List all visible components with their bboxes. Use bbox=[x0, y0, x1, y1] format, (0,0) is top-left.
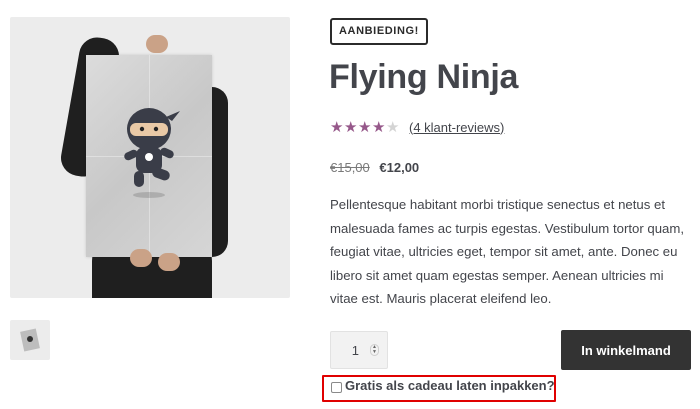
product-main-image[interactable] bbox=[10, 17, 290, 298]
regular-price: €15,00 bbox=[330, 160, 370, 175]
ninja-illustration bbox=[124, 108, 180, 198]
gift-wrap-label[interactable]: Gratis als cadeau laten inpakken? bbox=[345, 378, 555, 393]
gift-wrap-checkbox[interactable] bbox=[331, 382, 342, 393]
add-to-cart-button[interactable]: In winkelmand bbox=[561, 330, 691, 370]
star-icon: ★ bbox=[358, 118, 372, 136]
star-icon: ★ bbox=[344, 118, 358, 136]
hand bbox=[158, 253, 180, 271]
quantity-stepper[interactable]: 1 ▲ ▼ bbox=[330, 331, 388, 369]
quantity-value: 1 bbox=[351, 342, 359, 358]
product-description: Pellentesque habitant morbi tristique se… bbox=[330, 197, 685, 306]
star-icon: ★ bbox=[330, 118, 344, 136]
sale-badge: AANBIEDING! bbox=[330, 18, 428, 45]
star-rating: ★ ★ ★ ★ ★ bbox=[330, 118, 400, 136]
star-icon: ★ bbox=[372, 118, 386, 136]
hand bbox=[130, 249, 152, 267]
quantity-spinner-icon[interactable]: ▲ ▼ bbox=[370, 344, 379, 356]
star-icon: ★ bbox=[386, 118, 400, 136]
product-thumbnail[interactable] bbox=[10, 320, 50, 360]
product-title: Flying Ninja bbox=[329, 58, 519, 96]
review-count-link[interactable]: (4 klant-reviews) bbox=[409, 120, 504, 135]
product-rating: ★ ★ ★ ★ ★ (4 klant-reviews) bbox=[330, 118, 504, 136]
hand bbox=[146, 35, 168, 53]
sale-price: €12,00 bbox=[379, 160, 420, 175]
product-price: €15,00 €12,00 bbox=[330, 160, 419, 175]
